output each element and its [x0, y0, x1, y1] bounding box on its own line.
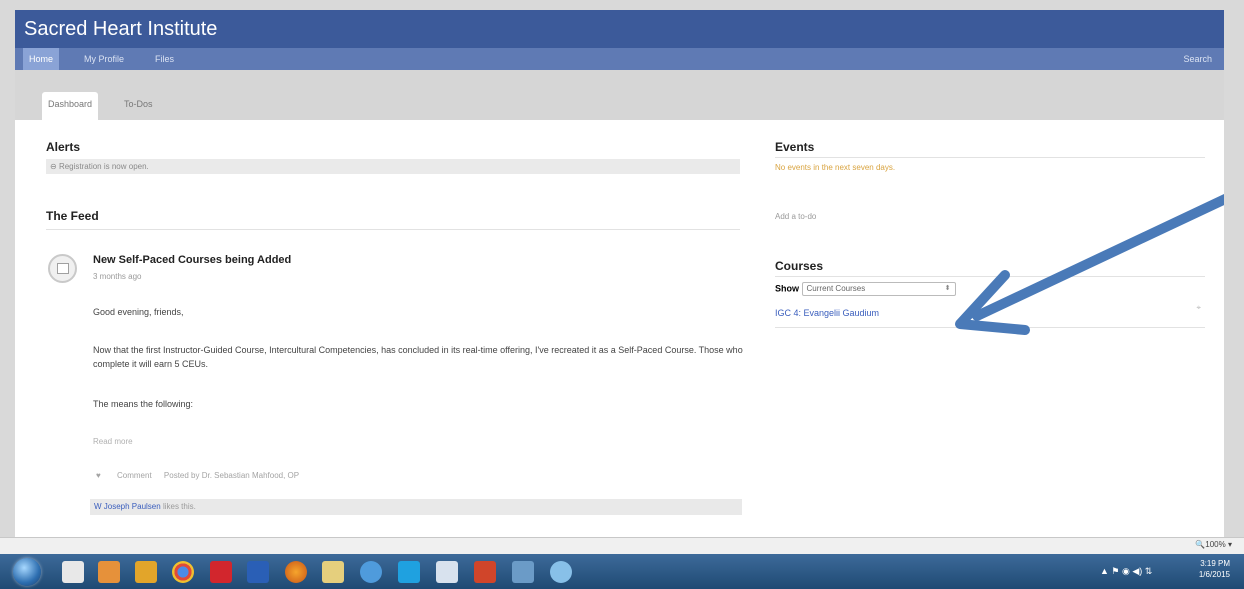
post-actions: ♥ Comment Posted by Dr. Sebastian Mahfoo…: [96, 471, 299, 480]
windows-taskbar: ▲ ⚑ ◉ ◀) ⇅ 3:19 PM 1/6/2015: [0, 554, 1244, 589]
chrome-icon[interactable]: [172, 561, 194, 583]
alert-item[interactable]: ⊖ Registration is now open.: [46, 159, 740, 174]
post-time: 3 months ago: [93, 272, 142, 281]
top-nav: Home My Profile Files Search: [15, 48, 1224, 70]
zoom-icon: 🔍: [1195, 540, 1206, 549]
comment-link[interactable]: Comment: [117, 471, 152, 480]
firefox-icon[interactable]: [285, 561, 307, 583]
alerts-section: Alerts ⊖ Registration is now open.: [46, 140, 740, 174]
skype-icon[interactable]: [398, 561, 420, 583]
post-title[interactable]: New Self-Paced Courses being Added: [93, 254, 291, 266]
app-icon-computer[interactable]: [512, 561, 534, 583]
pdf-icon[interactable]: [210, 561, 232, 583]
zoom-text: 100%: [1205, 540, 1226, 549]
browser-page: Sacred Heart Institute Home My Profile F…: [15, 10, 1224, 537]
nav-files[interactable]: Files: [149, 48, 180, 70]
ie-icon[interactable]: [360, 561, 382, 583]
post-paragraph-2: Now that the first Instructor-Guided Cou…: [93, 345, 743, 369]
events-heading: Events: [775, 140, 1205, 158]
feed-section: The Feed New Self-Paced Courses being Ad…: [46, 209, 743, 529]
nav-my-profile[interactable]: My Profile: [78, 48, 130, 70]
annotation-arrow: [955, 194, 1224, 335]
info-icon: ⊖: [50, 162, 59, 171]
tab-todos[interactable]: To-Dos: [118, 92, 159, 120]
site-title[interactable]: Sacred Heart Institute: [15, 10, 1224, 48]
alert-message: Registration is now open.: [58, 162, 149, 171]
post-paragraph-1: Good evening, friends,: [93, 307, 184, 317]
post-avatar-icon: [48, 254, 77, 283]
folder-icon[interactable]: [322, 561, 344, 583]
app-icon-2[interactable]: [98, 561, 120, 583]
heart-icon[interactable]: ♥: [96, 471, 101, 480]
app-icon-1[interactable]: [62, 561, 84, 583]
tray-icons[interactable]: ▲ ⚑ ◉ ◀) ⇅: [1100, 566, 1152, 577]
system-tray: ▲ ⚑ ◉ ◀) ⇅ 3:19 PM 1/6/2015: [1100, 554, 1230, 589]
word-icon[interactable]: [247, 561, 269, 583]
feed-heading: The Feed: [46, 209, 740, 230]
clock-date: 1/6/2015: [1198, 570, 1230, 579]
post-paragraph-3: The means the following:: [93, 399, 194, 409]
courses-select-value: Current Courses: [806, 284, 866, 293]
tab-bar: Dashboard To-Dos: [15, 70, 1224, 120]
app-icon-files[interactable]: [436, 561, 458, 583]
start-button-icon[interactable]: [13, 558, 41, 586]
app-icon-round[interactable]: [550, 561, 572, 583]
liker-name[interactable]: W Joseph Paulsen: [94, 502, 161, 511]
likes-bar: W Joseph Paulsen likes this.: [90, 499, 742, 515]
posted-by: Posted by Dr. Sebastian Mahfood, OP: [163, 471, 300, 480]
show-label: Show: [775, 283, 799, 294]
browser-status-bar: 🔍100% ▾: [0, 537, 1244, 554]
clock[interactable]: 3:19 PM 1/6/2015: [1199, 558, 1230, 580]
clock-time: 3:19 PM: [1200, 559, 1230, 568]
powerpoint-icon[interactable]: [474, 561, 496, 583]
nav-home[interactable]: Home: [23, 48, 60, 70]
outlook-icon[interactable]: [135, 561, 157, 583]
zoom-level[interactable]: 🔍100% ▾: [1195, 540, 1232, 549]
read-more-link[interactable]: Read more: [93, 437, 133, 446]
site-header: Sacred Heart Institute: [15, 10, 1224, 48]
nav-search[interactable]: Search: [1177, 48, 1218, 70]
alerts-heading: Alerts: [46, 140, 81, 154]
course-link[interactable]: IGC 4: Evangelii Gaudium: [775, 308, 879, 318]
likes-text: likes this.: [162, 502, 196, 511]
tab-dashboard[interactable]: Dashboard: [42, 92, 99, 120]
